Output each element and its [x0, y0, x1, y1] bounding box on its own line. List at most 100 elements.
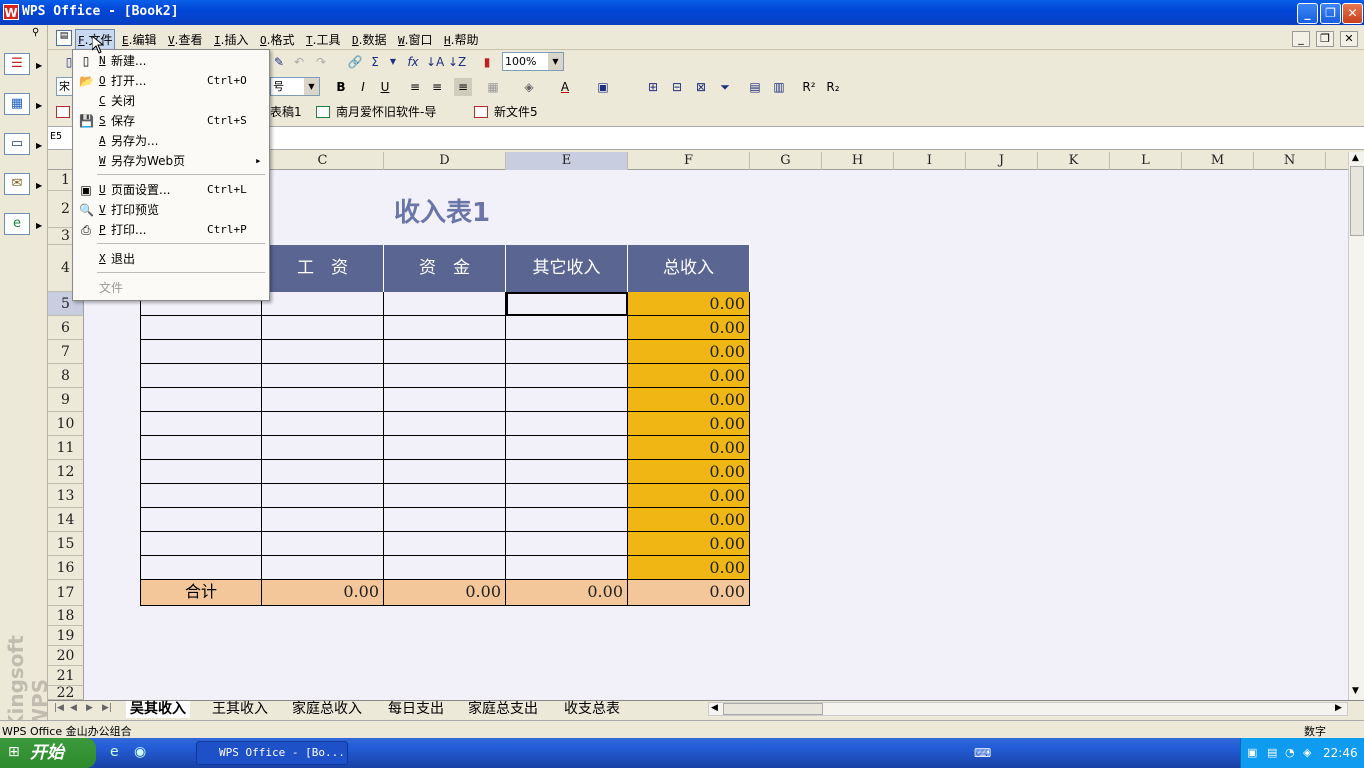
scroll-thumb[interactable]: [723, 703, 823, 715]
doctab-1[interactable]: 表稿1: [270, 103, 302, 122]
zoom-select[interactable]: 100% ▼: [502, 52, 564, 71]
cell-format-icon[interactable]: ▣: [594, 78, 612, 96]
menu-open[interactable]: 📂 O 打开... Ctrl+O: [73, 71, 269, 91]
menu-print-preview[interactable]: 🔍 V 打印预览: [73, 200, 269, 220]
table-cell[interactable]: [384, 460, 506, 484]
table-cell[interactable]: [262, 436, 384, 460]
table-cell[interactable]: [384, 412, 506, 436]
table-cell[interactable]: [262, 556, 384, 580]
sheet-tab[interactable]: 收支总表: [564, 701, 620, 718]
table-cell[interactable]: [506, 460, 628, 484]
total-income-cell[interactable]: 0.00: [628, 508, 750, 532]
last-sheet-icon[interactable]: ▶|: [102, 703, 112, 713]
total-income-cell[interactable]: 0.00: [628, 364, 750, 388]
insert-row-icon[interactable]: ⊞: [644, 78, 662, 96]
minimize-button[interactable]: _: [1297, 3, 1318, 24]
table-cell[interactable]: [384, 532, 506, 556]
table-cell[interactable]: [506, 316, 628, 340]
table-cell[interactable]: [262, 460, 384, 484]
wps-writer-icon[interactable]: ☰: [4, 53, 30, 75]
clock[interactable]: 22:46: [1323, 738, 1358, 768]
column-header[interactable]: J: [966, 152, 1038, 170]
row-header[interactable]: 21: [48, 666, 84, 686]
table-cell[interactable]: [384, 508, 506, 532]
row-header[interactable]: 15: [48, 532, 84, 556]
column-header[interactable]: F: [628, 152, 750, 170]
table-cell[interactable]: [384, 556, 506, 580]
prev-sheet-icon[interactable]: ◀: [70, 703, 77, 713]
doc-minimize-button[interactable]: _: [1292, 31, 1310, 47]
filter-icon[interactable]: ⏷: [716, 78, 734, 96]
hyperlink-icon[interactable]: 🔗: [346, 53, 364, 71]
total-income-cell[interactable]: 0.00: [628, 412, 750, 436]
total-income-cell[interactable]: 0.00: [628, 556, 750, 580]
table-cell[interactable]: [506, 340, 628, 364]
sum-cell[interactable]: 0.00: [506, 580, 628, 606]
row-header[interactable]: 14: [48, 508, 84, 532]
menu-help[interactable]: H.帮助: [444, 31, 478, 48]
menu-new[interactable]: ▯ N 新建...: [73, 51, 269, 71]
keyboard-icon[interactable]: ⌨: [974, 746, 991, 760]
first-sheet-icon[interactable]: |◀: [54, 703, 64, 713]
column-header[interactable]: H: [822, 152, 894, 170]
table-cell[interactable]: [262, 484, 384, 508]
table-cell[interactable]: [384, 292, 506, 316]
sheet-tab[interactable]: 家庭总支出: [468, 701, 538, 718]
table-cell[interactable]: [384, 388, 506, 412]
font-color-icon[interactable]: A: [556, 78, 574, 96]
sheet-tab[interactable]: 家庭总收入: [292, 701, 362, 718]
header-cell-funds[interactable]: 资 金: [384, 245, 506, 292]
document-icon[interactable]: ▤: [56, 30, 72, 46]
table-cell[interactable]: [140, 436, 262, 460]
total-income-cell[interactable]: 0.00: [628, 340, 750, 364]
expand-arrow-icon[interactable]: ▶: [36, 182, 44, 190]
subscript-icon[interactable]: R₂: [824, 78, 842, 96]
security-icon[interactable]: ◈: [1303, 738, 1311, 768]
table-cell[interactable]: [140, 532, 262, 556]
table-cell[interactable]: [140, 460, 262, 484]
wps-spreadsheet-icon[interactable]: ▦: [4, 93, 30, 115]
chevron-down-icon[interactable]: ▼: [548, 53, 563, 70]
row-header[interactable]: 22: [48, 686, 84, 700]
column-header[interactable]: M: [1182, 152, 1254, 170]
table-cell[interactable]: [506, 364, 628, 388]
row-header[interactable]: 17: [48, 580, 84, 606]
doctab-2[interactable]: 南月爱怀旧软件-导: [316, 103, 436, 122]
vm-icon[interactable]: ▤: [1267, 738, 1277, 768]
row-header[interactable]: 10: [48, 412, 84, 436]
table-cell[interactable]: [262, 388, 384, 412]
table-cell[interactable]: [140, 556, 262, 580]
table-cell[interactable]: [384, 484, 506, 508]
superscript-icon[interactable]: R²: [800, 78, 818, 96]
doc-restore-button[interactable]: ❐: [1316, 31, 1334, 47]
wps-presentation-icon[interactable]: ▭: [4, 133, 30, 155]
row-header[interactable]: 16: [48, 556, 84, 580]
fill-color-icon[interactable]: ◈: [520, 78, 538, 96]
expand-arrow-icon[interactable]: ▶: [36, 222, 44, 230]
underline-icon[interactable]: U: [376, 78, 394, 96]
redo-icon[interactable]: ↷: [312, 53, 330, 71]
merge-icon[interactable]: ⊠: [692, 78, 710, 96]
function-icon[interactable]: fx: [404, 53, 422, 71]
table-cell[interactable]: [262, 532, 384, 556]
menu-save[interactable]: 💾 S 保存 Ctrl+S: [73, 111, 269, 131]
close-button[interactable]: ✕: [1342, 3, 1363, 24]
menu-save-as-web[interactable]: W 另存为Web页 ▸: [73, 151, 269, 171]
sheet-tab-active[interactable]: 吴其收入: [126, 701, 190, 718]
sum-cell[interactable]: 0.00: [628, 580, 750, 606]
doc-close-button[interactable]: ✕: [1340, 31, 1358, 47]
column-header[interactable]: G: [750, 152, 822, 170]
table-cell[interactable]: [384, 340, 506, 364]
borders-icon[interactable]: ▦: [484, 78, 502, 96]
align-center-icon[interactable]: ≡: [428, 78, 446, 96]
total-income-cell[interactable]: 0.00: [628, 316, 750, 340]
name-box[interactable]: E5: [50, 131, 62, 142]
menu-window[interactable]: W.窗口: [398, 31, 432, 48]
row-header[interactable]: 6: [48, 316, 84, 340]
sheet-tab[interactable]: 每日支出: [388, 701, 444, 718]
total-income-cell[interactable]: 0.00: [628, 292, 750, 316]
column-header[interactable]: L: [1110, 152, 1182, 170]
menu-close[interactable]: C 关闭: [73, 91, 269, 111]
total-income-cell[interactable]: 0.00: [628, 484, 750, 508]
pin-icon[interactable]: ⚲: [32, 27, 39, 38]
